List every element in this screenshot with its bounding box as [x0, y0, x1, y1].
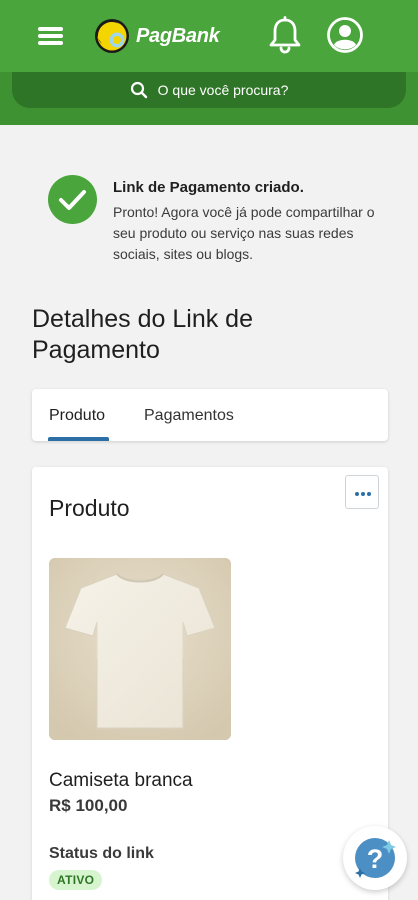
tshirt-image — [49, 558, 231, 740]
status-label: Status do link — [49, 845, 154, 862]
svg-text:?: ? — [367, 844, 384, 874]
notice-body: Pronto! Agora você já pode compartilhar … — [113, 204, 375, 262]
card-title: Produto — [49, 495, 130, 521]
pagbank-logo-mark — [95, 19, 129, 53]
top-bar: PagBank — [0, 0, 418, 72]
more-options-icon[interactable] — [345, 475, 379, 509]
hamburger-menu-icon[interactable] — [38, 24, 64, 46]
search-input[interactable]: O que você procura? — [12, 72, 406, 108]
search-area: O que você procura? — [0, 72, 418, 125]
search-icon — [130, 81, 147, 99]
details-tabs: Produto Pagamentos — [32, 389, 388, 441]
status-badge: ATIVO — [49, 870, 103, 890]
product-image — [49, 558, 231, 740]
pagbank-logo[interactable]: PagBank — [94, 18, 220, 54]
product-card: Produto Camiseta branca R$ 100,00 Status… — [32, 467, 388, 900]
notice-title: Link de Pagamento criado. — [113, 179, 304, 196]
app-header: PagBank O que você procura? — [0, 0, 418, 125]
product-name: Camiseta branca — [49, 770, 193, 791]
search-placeholder: O que você procura? — [157, 82, 289, 98]
active-tab-indicator — [48, 437, 109, 441]
tab-produto[interactable]: Produto — [49, 389, 105, 441]
user-avatar-icon[interactable] — [326, 16, 364, 54]
brand-name: PagBank — [136, 24, 220, 47]
help-question-icon[interactable]: ? — [343, 826, 407, 890]
check-circle-icon — [48, 175, 97, 224]
page-title: Detalhes do Link de Pagamento — [32, 305, 253, 364]
tab-pagamentos[interactable]: Pagamentos — [144, 389, 234, 441]
bell-icon[interactable] — [268, 16, 302, 54]
product-price: R$ 100,00 — [49, 796, 128, 815]
